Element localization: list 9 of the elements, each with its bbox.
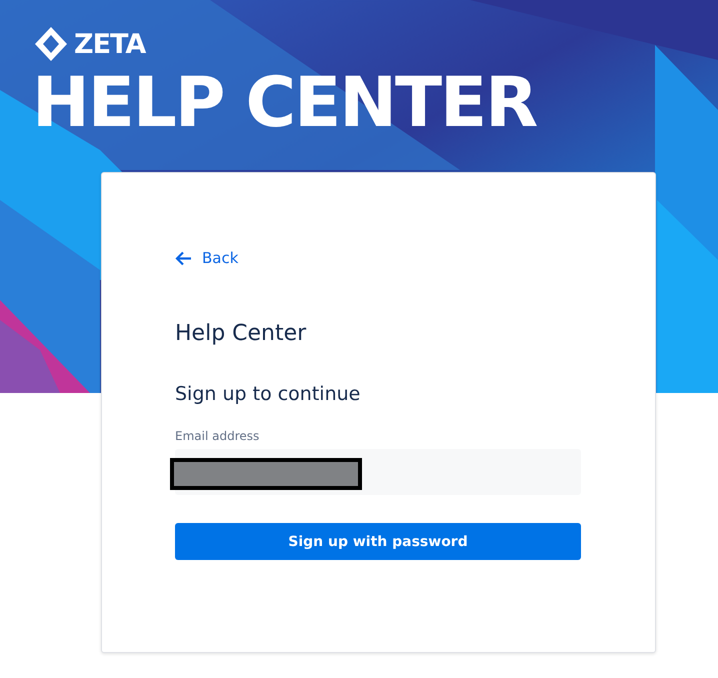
card-heading: Help Center <box>175 321 308 348</box>
logo-text: ZETA <box>74 28 146 60</box>
page-title: HELP CENTER <box>32 64 538 142</box>
signup-button[interactable]: Sign up with password <box>175 523 581 560</box>
card-subheading: Sign up to continue <box>175 383 362 407</box>
back-link[interactable]: Back <box>175 247 238 269</box>
back-arrow-icon <box>175 250 192 266</box>
diamond-logo-icon <box>34 26 68 62</box>
field-label: Email address <box>175 429 260 443</box>
